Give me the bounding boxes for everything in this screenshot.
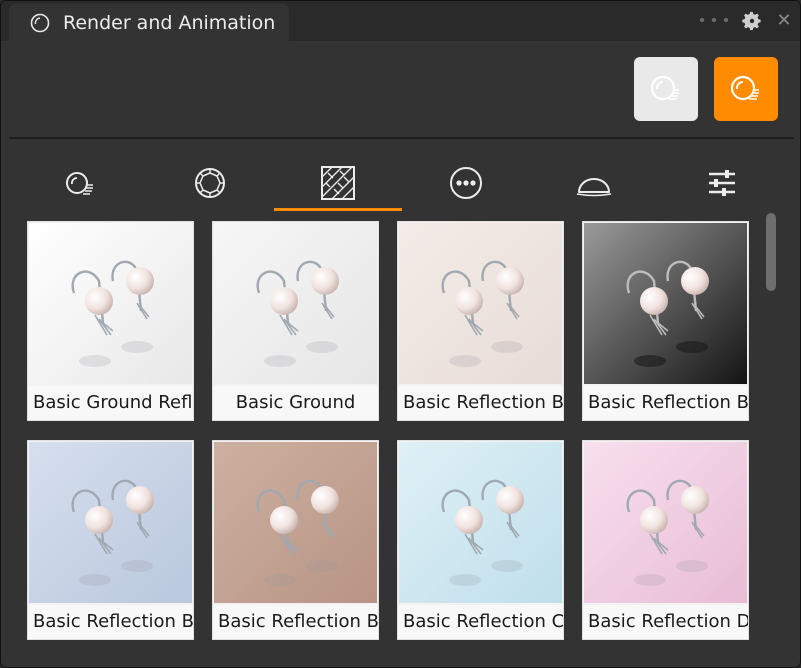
preset-label: Basic Reflection C bbox=[398, 605, 563, 639]
preset-card[interactable]: Basic Ground bbox=[212, 221, 379, 421]
close-icon[interactable]: ✕ bbox=[774, 11, 794, 31]
more-options-icon bbox=[450, 167, 482, 199]
tab-more[interactable] bbox=[402, 161, 530, 211]
preset-card[interactable]: Basic Reflection B bbox=[27, 440, 194, 640]
render-sphere-icon bbox=[66, 172, 93, 195]
preset-thumbnail bbox=[399, 223, 562, 384]
preset-thumbnail bbox=[399, 442, 562, 603]
preset-grid: Basic Ground Refl Basic Ground Basic Ref… bbox=[9, 213, 761, 659]
tab-settings[interactable] bbox=[658, 161, 786, 211]
render-active-button[interactable] bbox=[714, 57, 778, 121]
preset-label: Basic Reflection B bbox=[28, 605, 193, 639]
preset-label: Basic Reflection B bbox=[398, 386, 563, 420]
preset-card[interactable]: Basic Ground Refl bbox=[27, 221, 194, 421]
sliders-icon bbox=[709, 170, 735, 196]
render-preview-icon bbox=[650, 75, 679, 101]
tab-render[interactable] bbox=[18, 161, 146, 211]
preset-label: Basic Ground bbox=[213, 386, 378, 420]
overflow-dots-icon[interactable] bbox=[698, 15, 730, 25]
gear-icon[interactable] bbox=[741, 10, 763, 32]
preset-card[interactable]: Basic Reflection C bbox=[397, 440, 564, 640]
render-active-icon bbox=[730, 75, 759, 101]
preset-thumbnail bbox=[214, 223, 377, 384]
preset-label: Basic Reflection D bbox=[583, 605, 748, 639]
dome-icon bbox=[576, 178, 612, 197]
preset-card[interactable]: Basic Reflection D bbox=[582, 440, 749, 640]
preset-thumbnail bbox=[584, 223, 747, 384]
render-panel-icon bbox=[30, 13, 50, 32]
tab-dome[interactable] bbox=[530, 161, 658, 211]
preset-label: Basic Ground Refl bbox=[28, 386, 193, 420]
preset-label: Basic Reflection B bbox=[583, 386, 748, 420]
toolbar-divider bbox=[9, 137, 794, 139]
title-bar: Render and Animation ✕ bbox=[1, 1, 800, 41]
panel-tab[interactable]: Render and Animation bbox=[9, 4, 289, 41]
scrollbar-thumb[interactable] bbox=[766, 213, 776, 291]
preset-card[interactable]: Basic Reflection B bbox=[212, 440, 379, 640]
preset-label: Basic Reflection B bbox=[213, 605, 378, 639]
tab-environment[interactable] bbox=[274, 161, 402, 211]
panel-title: Render and Animation bbox=[63, 11, 276, 34]
preset-thumbnail bbox=[29, 223, 192, 384]
preset-thumbnail bbox=[584, 442, 747, 603]
preset-thumbnail bbox=[214, 442, 377, 603]
tab-gem[interactable] bbox=[146, 161, 274, 211]
preset-card[interactable]: Basic Reflection B bbox=[397, 221, 564, 421]
preset-thumbnail bbox=[29, 442, 192, 603]
gem-icon bbox=[195, 168, 225, 198]
render-preview-button[interactable] bbox=[634, 57, 698, 121]
environment-pattern-icon bbox=[321, 166, 355, 200]
render-animation-panel: Render and Animation ✕ Basic Ground Refl… bbox=[0, 0, 801, 668]
preset-card[interactable]: Basic Reflection B bbox=[582, 221, 749, 421]
